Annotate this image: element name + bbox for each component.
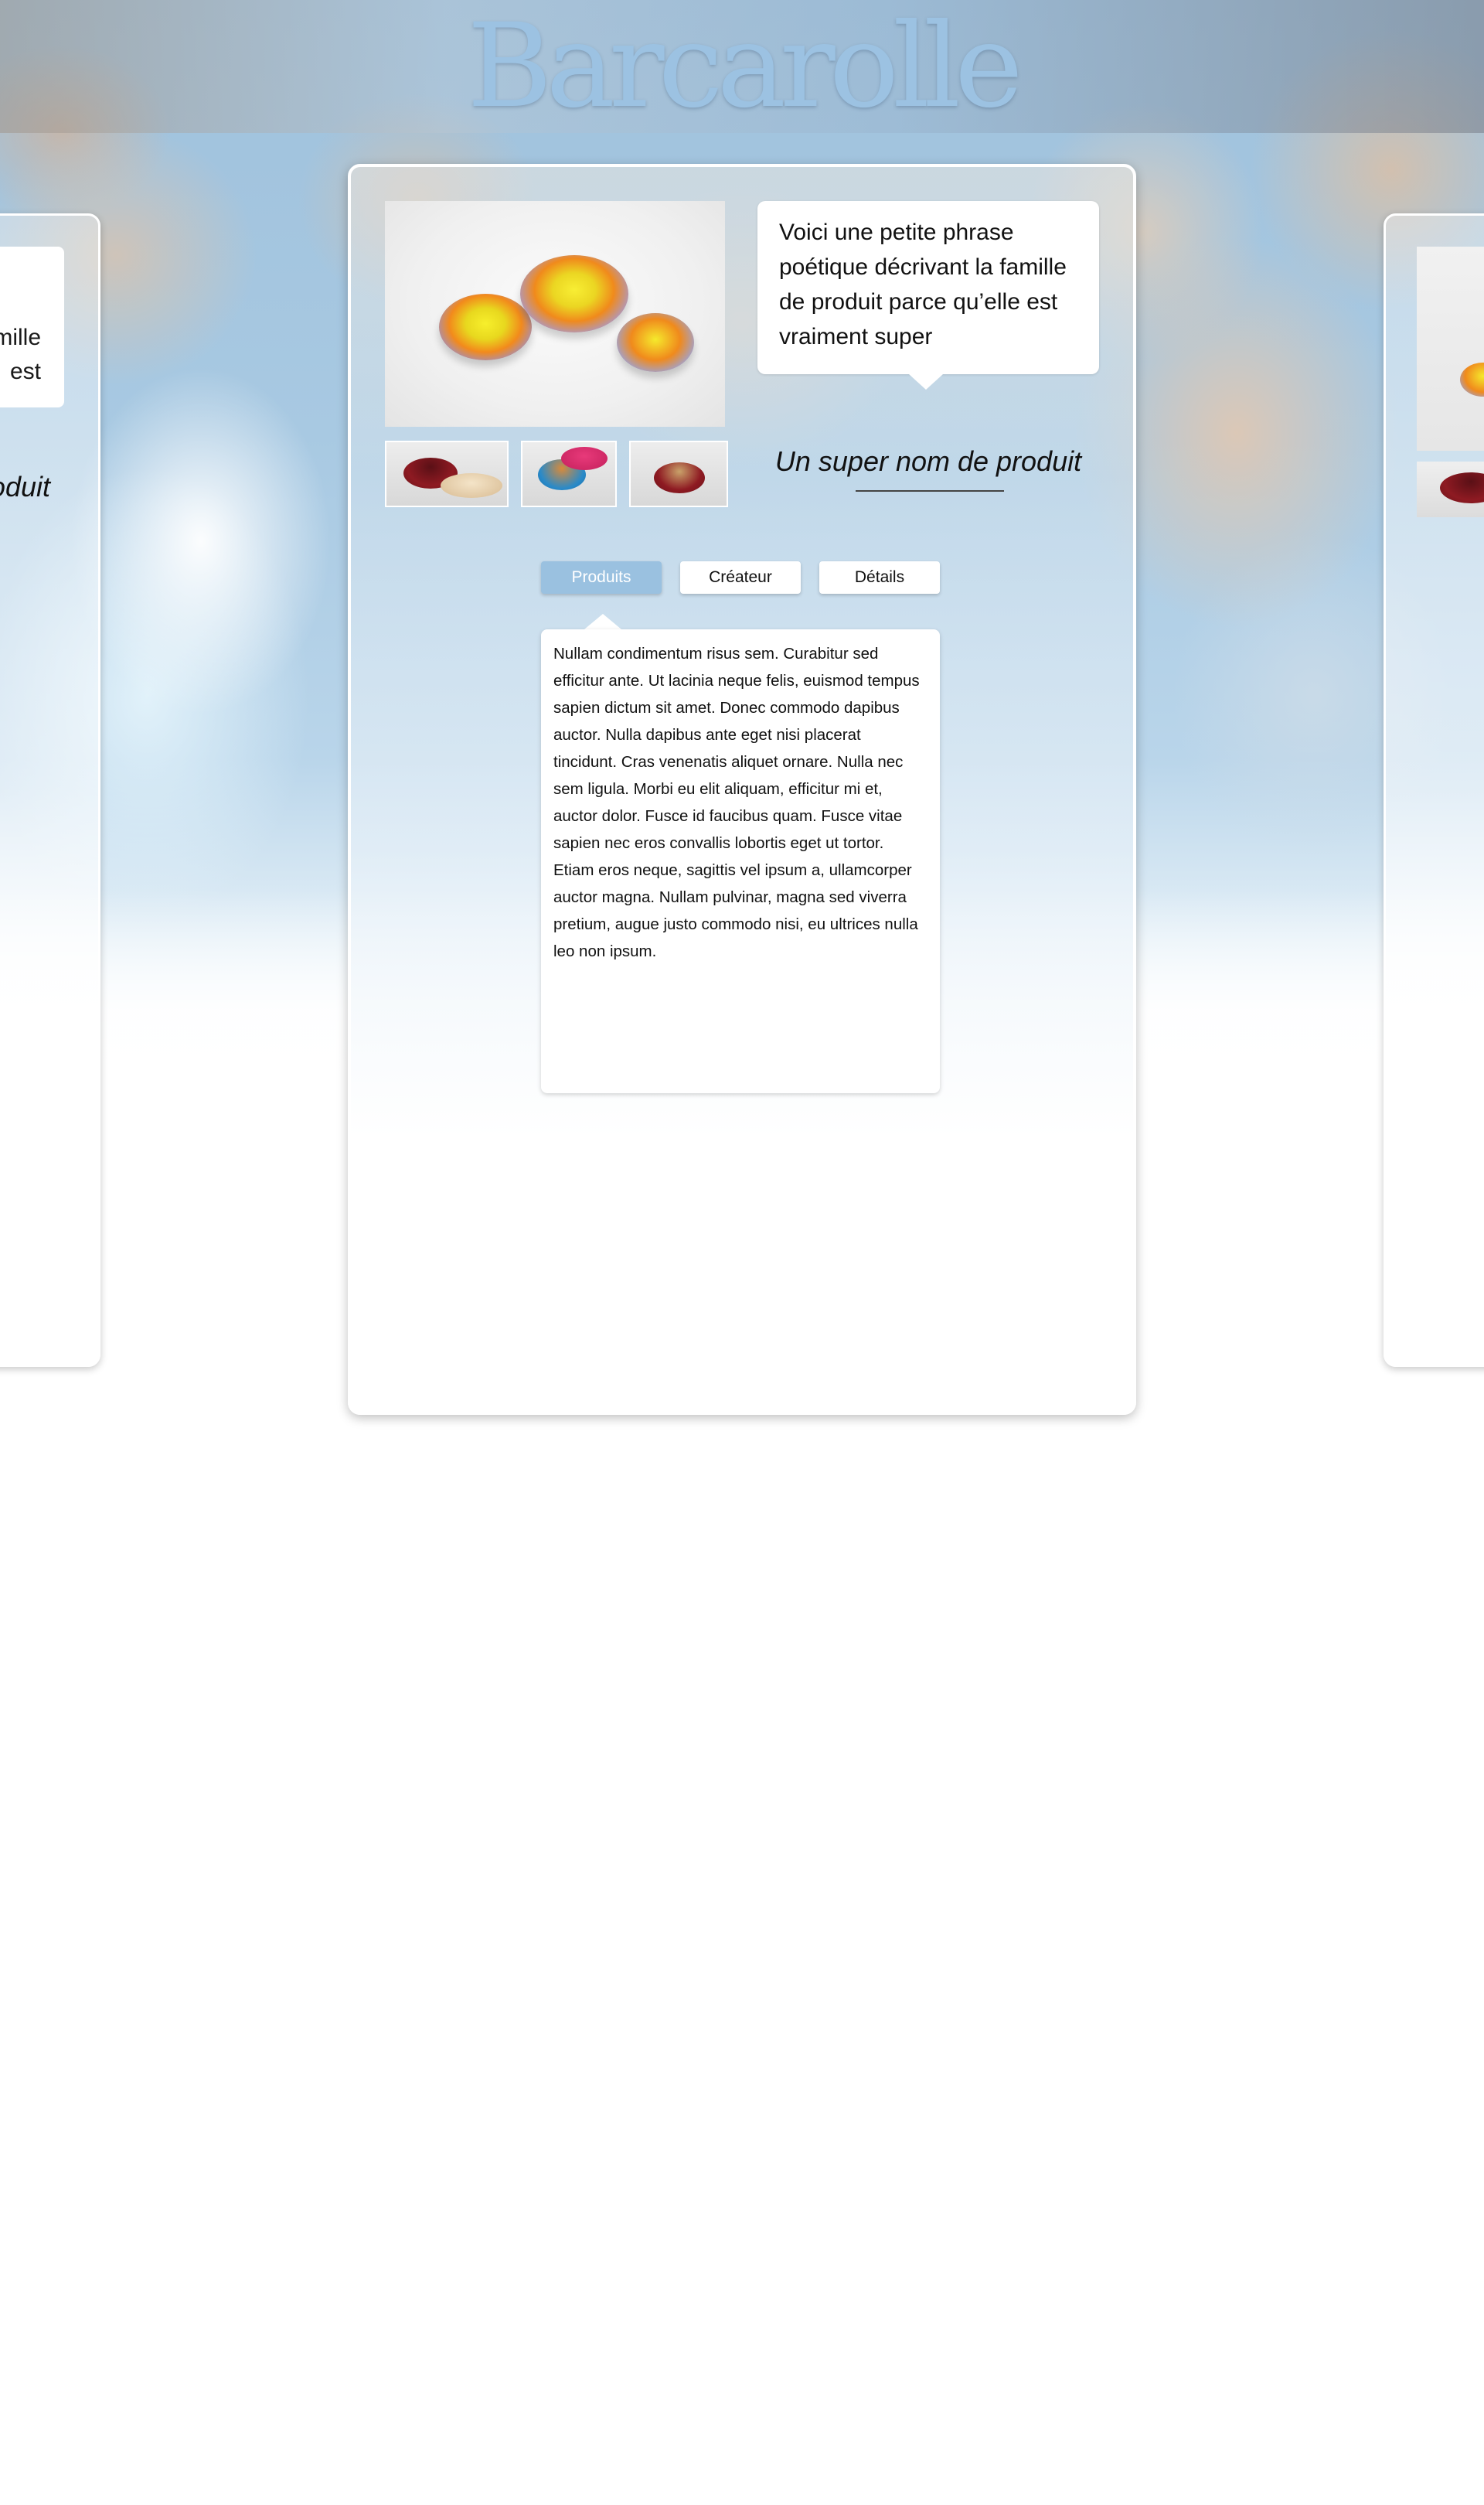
header-band: Barcarolle <box>0 0 1484 133</box>
tab-content-panel: Nullam condimentum risus sem. Curabitur … <box>541 629 940 1093</box>
bowl-image <box>617 313 694 372</box>
tab-content-text: Nullam condimentum risus sem. Curabitur … <box>553 645 920 960</box>
thumbnail-1[interactable] <box>385 441 509 507</box>
next-bowl-image <box>1460 363 1484 397</box>
next-product-thumbnail <box>1417 462 1484 517</box>
thumbnail-bowl-image <box>654 462 705 493</box>
previous-tagline-bubble: mille est <box>0 247 64 407</box>
previous-product-name: oduit <box>0 471 50 503</box>
tagline-bubble: Voici une petite phrase poétique décriva… <box>757 201 1099 390</box>
next-product-photo <box>1417 247 1484 451</box>
page: Barcarolle mille est oduit <box>0 0 1484 2505</box>
bowl-image <box>520 255 628 332</box>
main-product-photo[interactable] <box>385 201 725 427</box>
product-name: Un super nom de produit <box>774 445 1082 477</box>
tab-produits[interactable]: Produits <box>541 561 662 594</box>
tab-details[interactable]: Détails <box>819 561 940 594</box>
thumbnail-2[interactable] <box>521 441 617 507</box>
previous-tagline-line-2: est <box>9 359 41 384</box>
previous-tagline-line-1: mille <box>0 325 41 350</box>
thumbnail-3[interactable] <box>629 441 728 507</box>
logo[interactable]: Barcarolle <box>0 5 1484 128</box>
previous-product-card[interactable]: mille est oduit <box>0 213 100 1367</box>
previous-tagline-text: mille est <box>0 321 41 389</box>
next-product-card[interactable] <box>1384 213 1484 1367</box>
tab-createur[interactable]: Créateur <box>680 561 801 594</box>
bowl-image <box>439 294 532 360</box>
thumbnail-bowl-image <box>561 447 608 470</box>
product-name-underline <box>856 490 1004 492</box>
thumbnail-bowl-image <box>441 473 502 498</box>
product-card: Voici une petite phrase poétique décriva… <box>348 164 1136 1415</box>
tagline-text: Voici une petite phrase poétique décriva… <box>779 220 1067 349</box>
active-tab-pointer <box>584 614 621 629</box>
next-thumb-bowl-image <box>1440 472 1484 503</box>
